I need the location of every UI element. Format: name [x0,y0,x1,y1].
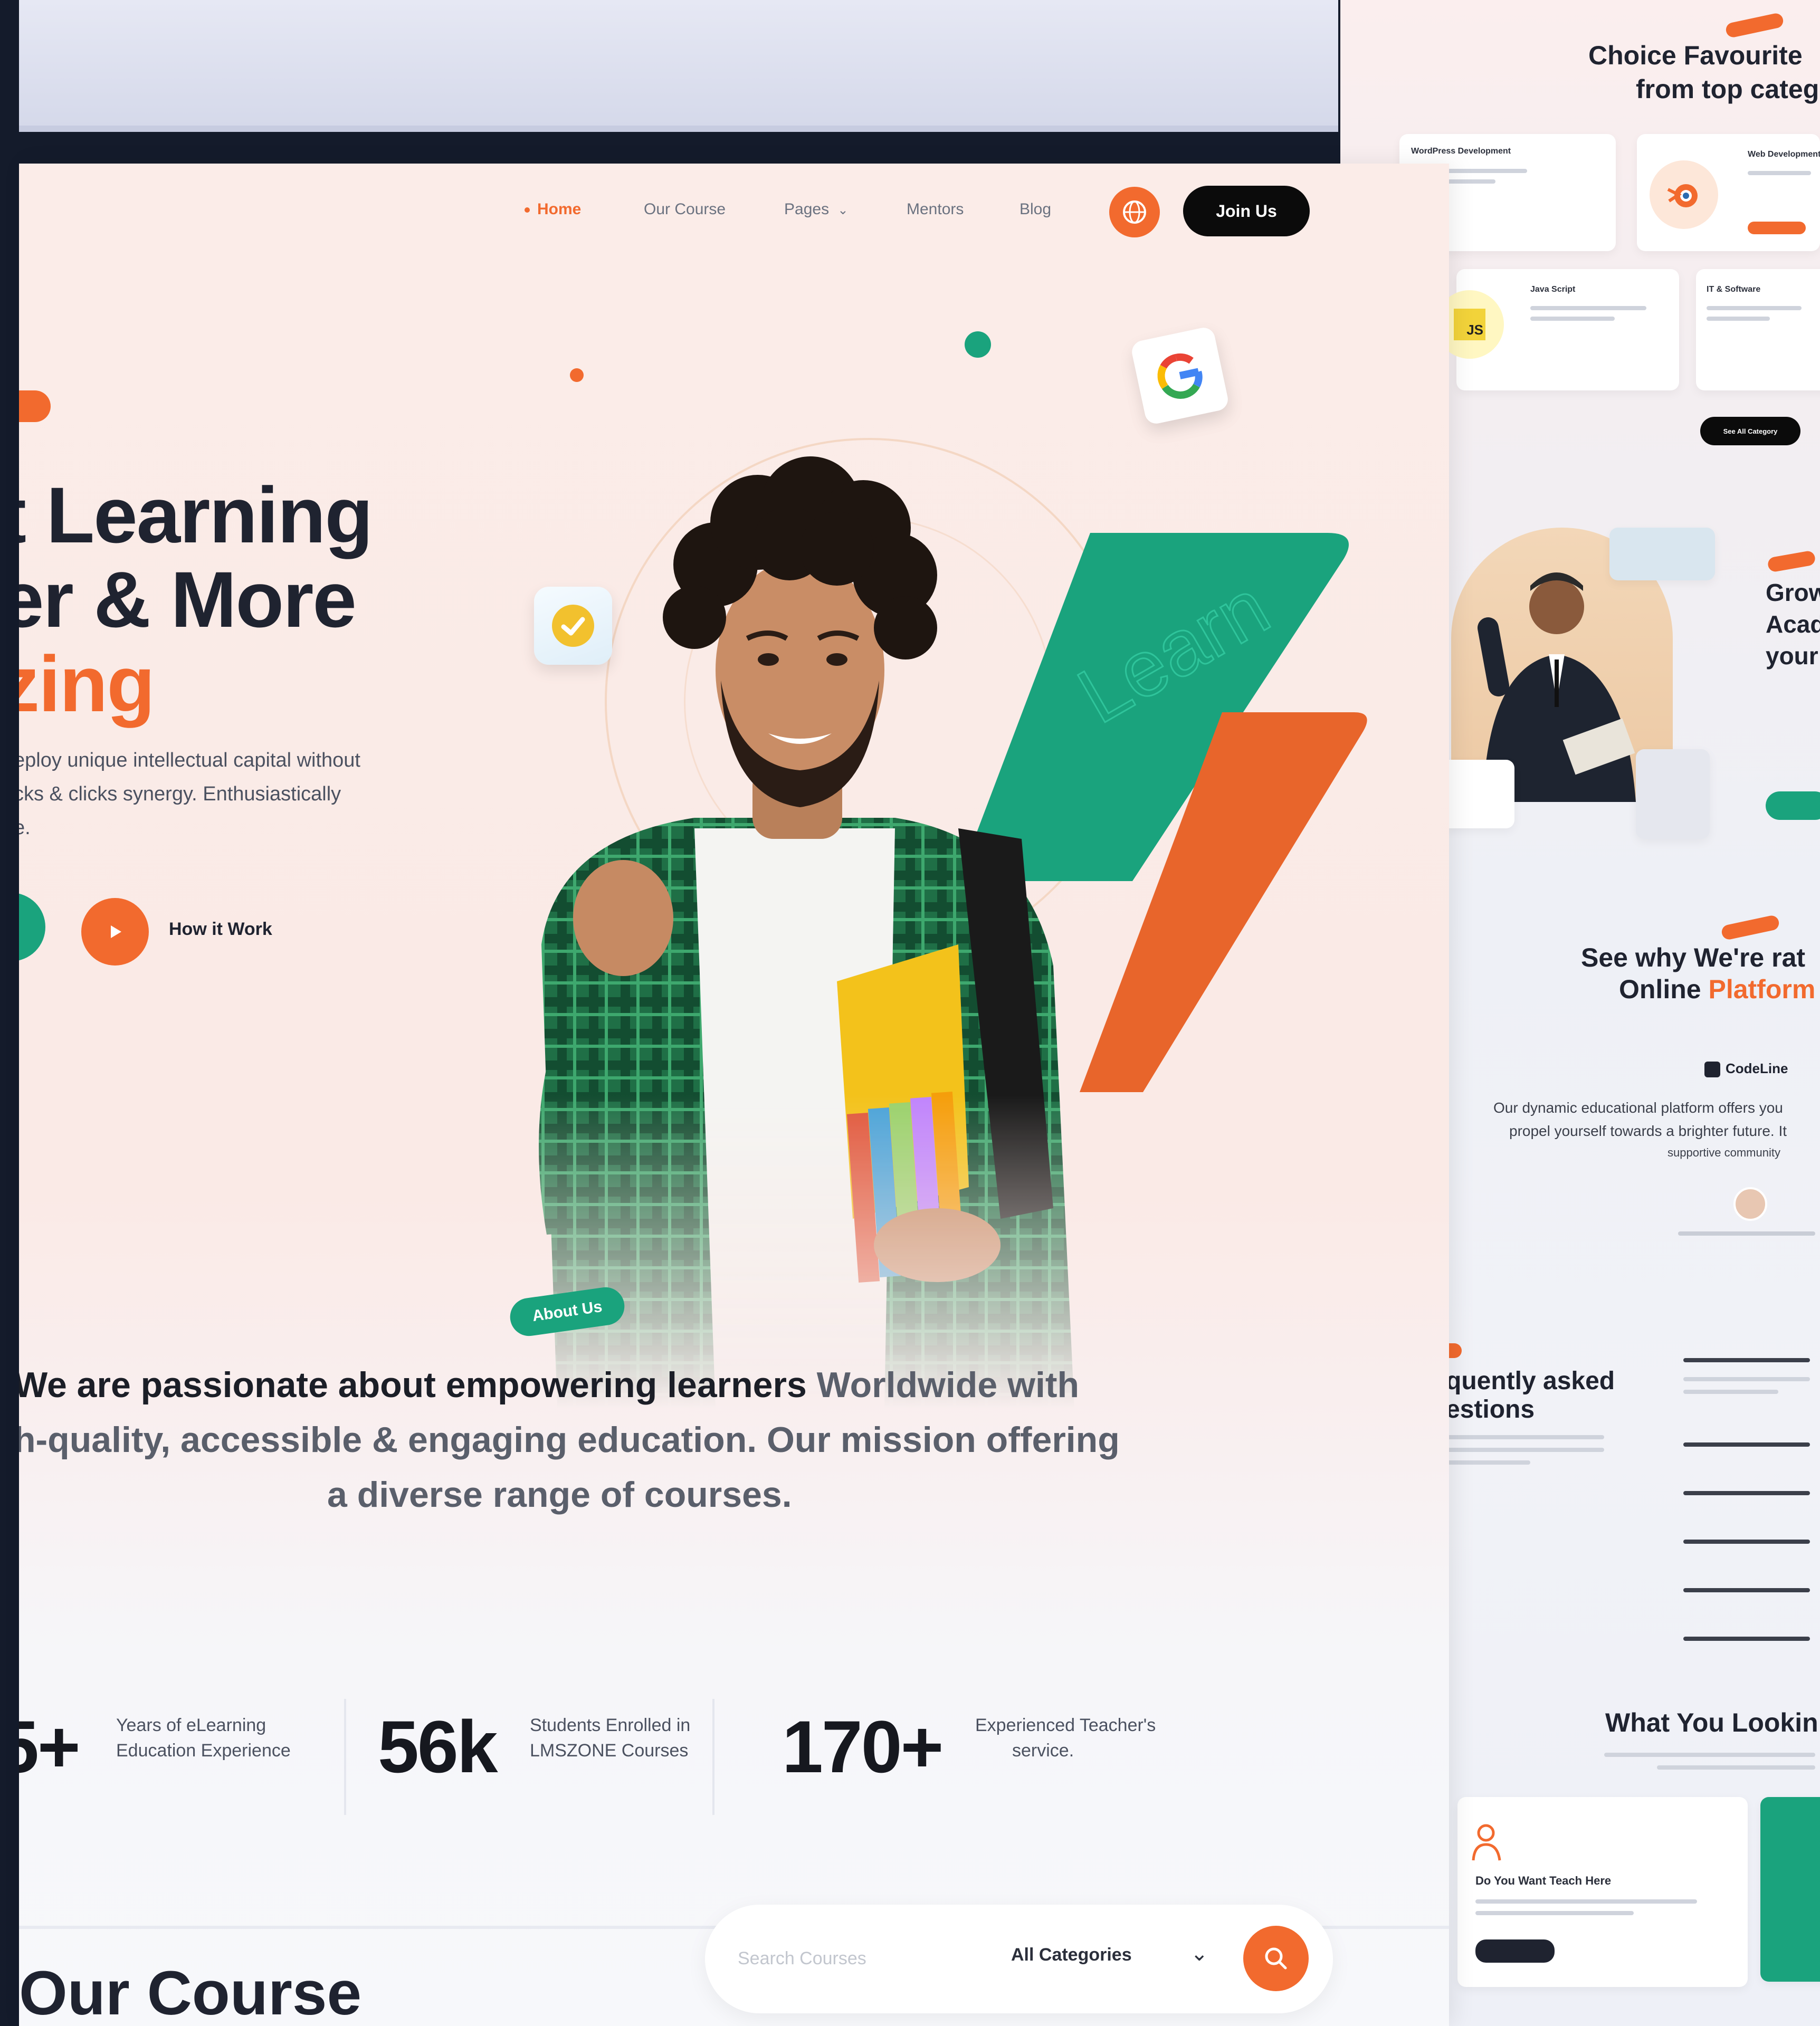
join-us-button[interactable]: Join Us [1183,186,1310,236]
category-card-title: IT & Software [1707,285,1761,294]
about-line-2: h-quality, accessible & engaging educati… [19,1420,1120,1460]
review-title-highlight: Platform [1708,974,1816,1004]
about-line-1: We are passionate about empowering learn… [19,1364,1079,1406]
category-card[interactable]: JS Java Script [1435,269,1679,390]
webdev-icon [1650,160,1718,229]
main-landing-page: Home Our Course Pages ⌄ Mentors Blog Joi… [19,164,1449,2026]
language-button[interactable] [1109,187,1160,237]
how-it-work-label[interactable]: How it Work [169,919,272,940]
grow-heading-1: Grow [1766,579,1820,606]
about-line-1-bold: We are passionate about empowering learn… [19,1365,807,1405]
google-icon [1157,353,1203,399]
category-card[interactable]: IT & Software [1696,269,1820,390]
chevron-down-icon[interactable]: ⌄ [1190,1942,1208,1966]
hero-description-line2: cks & clicks synergy. Enthusiastically [19,783,341,805]
review-badge [1720,914,1780,941]
our-course-heading: Our Course [19,1958,362,2026]
category-badge [1724,12,1785,39]
nav-pages[interactable]: Pages ⌄ [784,200,849,218]
review-title-line1: See why We're rat [1581,943,1806,972]
category-card-title: Java Script [1530,285,1576,294]
see-all-category-button[interactable]: See All Category [1700,417,1800,445]
category-select[interactable]: All Categories [1011,1945,1132,1965]
category-title-line1: Choice Favourite [1588,41,1803,70]
check-circle-icon [552,605,594,647]
stat-years-label-2: Education Experience [116,1741,291,1761]
experience-card [1441,760,1514,828]
nav-blog[interactable]: Blog [1019,200,1051,218]
grow-button[interactable] [1766,791,1820,820]
background-browser-strip [19,0,1338,132]
stat-students-value: 56k [378,1705,498,1788]
hero-description-line3: e. [19,817,31,839]
decorative-dot [965,331,991,358]
category-card-title: Web Development [1748,150,1820,159]
stat-teachers-label-2: service. [1012,1741,1074,1761]
teacher-thumb [1636,749,1710,839]
category-title-line2: from top categ [1636,74,1819,104]
search-courses-input[interactable] [737,1943,969,1974]
review-text-3: supportive community [1667,1146,1780,1159]
hero-title-line1: t Learning [19,471,373,559]
teach-card-alt[interactable] [1760,1797,1820,1982]
brand-name: CodeLine [1726,1060,1788,1076]
stat-years-value: 5+ [19,1705,81,1788]
faq-title-line1: quently asked [1446,1367,1615,1395]
grow-heading-2: Acad [1766,610,1820,638]
nav-mentors[interactable]: Mentors [907,200,964,218]
review-text-1: Our dynamic educational platform offers … [1493,1100,1783,1116]
reviewer-avatar [1733,1187,1767,1221]
review-text-2: propel yourself towards a brighter futur… [1509,1123,1787,1139]
search-icon [1265,1947,1287,1970]
nav-pages-label: Pages [784,200,830,218]
student-illustration [539,456,1074,1409]
play-button[interactable] [81,898,149,966]
teacher-icon [1472,1824,1501,1861]
play-icon [111,925,121,938]
see-all-category-label: See All Category [1723,427,1778,435]
stat-teachers-label-1: Experienced Teacher's [975,1715,1156,1735]
teach-title: Do You Want Teach Here [1475,1874,1612,1887]
teacher-thumb [1609,528,1715,580]
screenshot-stage: Choice Favourite from top categ WordPres… [0,0,1820,2026]
stat-students-label-1: Students Enrolled in [530,1715,691,1735]
teach-card[interactable]: Do You Want Teach Here [1457,1797,1748,1987]
category-card[interactable]: Web Development [1637,134,1820,251]
review-title-line2: Online Platform [1619,974,1815,1005]
hero-badge [19,390,51,422]
stat-divider [344,1699,346,1815]
section-badge [1767,550,1816,573]
review-brand: CodeLine [1704,1060,1788,1078]
brand-icon [1704,1062,1720,1078]
stat-years-label-1: Years of eLearning [116,1715,266,1735]
nav-our-course[interactable]: Our Course [644,200,726,218]
stat-teachers-value: 170+ [782,1705,944,1788]
google-card [1130,326,1230,426]
chevron-down-icon: ⌄ [837,203,849,217]
about-line-3: a diverse range of courses. [327,1475,792,1515]
hero-primary-button[interactable] [19,893,45,961]
check-card [534,587,612,665]
category-card-title: WordPress Development [1411,147,1511,156]
hero-title-line2: er & More [19,555,357,644]
teach-button[interactable] [1475,1939,1555,1963]
review-title-line2a: Online [1619,974,1709,1004]
search-button[interactable] [1243,1926,1309,1991]
about-line-1-rest: Worldwide with [806,1365,1080,1405]
stat-students-label-2: LMSZONE Courses [530,1741,689,1761]
hero-title-line3: zing [19,639,155,728]
js-badge: JS [1454,309,1485,340]
stat-divider [712,1699,714,1815]
faq-title-line2: estions [1446,1396,1535,1423]
nav-home[interactable]: Home [525,200,581,218]
hero-description-line1: eploy unique intellectual capital withou… [19,749,360,771]
grow-heading-3: your [1766,642,1818,670]
looking-title: What You Lookin [1605,1708,1818,1737]
globe-icon [1123,200,1146,224]
